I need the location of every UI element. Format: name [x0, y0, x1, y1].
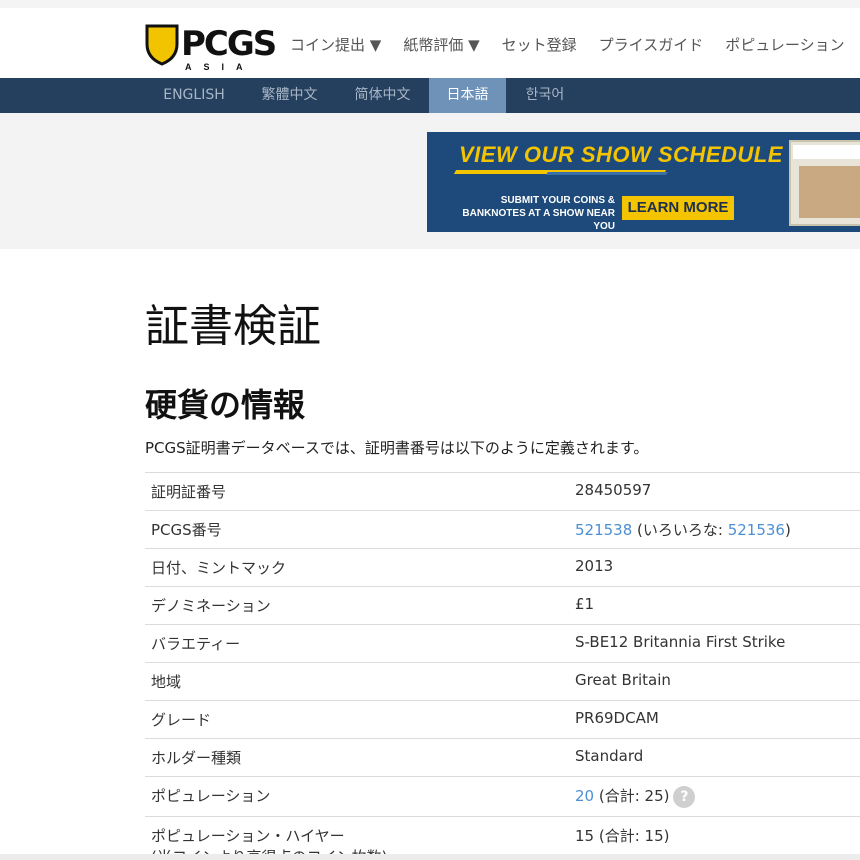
row-value: PR69DCAM: [569, 700, 860, 739]
banner-subtext: SUBMIT YOUR COINS & BANKNOTES AT A SHOW …: [455, 194, 615, 232]
table-row: グレード PR69DCAM: [145, 700, 860, 739]
row-label: デノミネーション: [145, 586, 569, 625]
pcgs-number-link[interactable]: 521538: [575, 521, 632, 539]
row-value: Great Britain: [569, 662, 860, 701]
nav-banknote-grading[interactable]: 紙幣評価 ▼: [403, 34, 479, 55]
nav-population[interactable]: ポピュレーション: [725, 34, 844, 55]
banner-subtext-line2: BANKNOTES AT A SHOW NEAR YOU: [462, 208, 615, 232]
lang-simplified-chinese[interactable]: 简体中文: [336, 78, 429, 113]
row-label: 証明証番号: [145, 472, 569, 511]
row-label: 日付、ミントマック: [145, 548, 569, 587]
logo-text: PCGS: [181, 24, 277, 64]
intro-text: PCGS証明書データベースでは、証明書番号は以下のように定義されます。: [145, 439, 649, 457]
table-row: バラエティー S-BE12 Britannia First Strike: [145, 624, 860, 663]
row-value: 20 (合計: 25)?: [569, 776, 860, 816]
table-row: ポピュレーション 20 (合計: 25)?: [145, 776, 860, 816]
banner-stripe-secondary: [546, 172, 668, 175]
holder-label: [793, 145, 860, 159]
pcgs-asia-logo[interactable]: PCGS ASIA: [145, 22, 277, 78]
row-value: Standard: [569, 738, 860, 777]
table-row: デノミネーション £1: [145, 586, 860, 625]
row-label: グレード: [145, 700, 569, 739]
row-label: ポピュレーション: [145, 776, 569, 816]
row-label-main: ポピュレーション・ハイヤー: [151, 826, 345, 845]
table-row: 日付、ミントマック 2013: [145, 548, 860, 587]
banknote-holder-image: [789, 140, 860, 226]
banknote-image: [799, 166, 860, 218]
lang-japanese[interactable]: 日本語: [429, 78, 506, 113]
row-label: ホルダー種類: [145, 738, 569, 777]
table-row: 地域 Great Britain: [145, 662, 860, 701]
row-value: £1: [569, 586, 860, 625]
bottom-border: [0, 854, 860, 860]
page-title: 証書検証: [145, 301, 321, 352]
nav-price-guide[interactable]: プライスガイド: [599, 34, 704, 55]
shield-logo-icon: [145, 24, 179, 66]
row-value: 2013: [569, 548, 860, 587]
lang-english[interactable]: ENGLISH: [145, 78, 243, 113]
nav-coin-submission[interactable]: コイン提出 ▼: [290, 34, 381, 55]
show-schedule-banner[interactable]: VIEW OUR SHOW SCHEDULE SUBMIT YOUR COINS…: [427, 132, 860, 232]
row-value: 28450597: [569, 472, 860, 511]
lang-korean[interactable]: 한국어: [506, 78, 584, 113]
row-value: 521538 (いろいろな: 521536): [569, 510, 860, 549]
main-nav: コイン提出 ▼ 紙幣評価 ▼ セット登録 プライスガイド ポピュレーション: [290, 34, 860, 55]
table-row: PCGS番号 521538 (いろいろな: 521536): [145, 510, 860, 549]
table-row: ホルダー種類 Standard: [145, 738, 860, 777]
coin-info-table: 証明証番号 28450597 PCGS番号 521538 (いろいろな: 521…: [145, 472, 860, 860]
nav-set-registry[interactable]: セット登録: [502, 34, 577, 55]
variety-number-link[interactable]: 521536: [728, 521, 785, 539]
variety-suffix: ): [784, 521, 791, 539]
population-total: (合計: 25): [594, 787, 670, 805]
logo-subtext: ASIA: [185, 62, 255, 72]
row-value: S-BE12 Britannia First Strike: [569, 624, 860, 663]
table-row: 証明証番号 28450597: [145, 472, 860, 511]
population-link[interactable]: 20: [575, 787, 594, 805]
row-label: 地域: [145, 662, 569, 701]
section-title: 硬貨の情報: [145, 386, 306, 424]
top-header: PCGS ASIA コイン提出 ▼ 紙幣評価 ▼ セット登録 プライスガイド ポ…: [0, 0, 860, 78]
lang-traditional-chinese[interactable]: 繁體中文: [243, 78, 336, 113]
banner-subtext-line1: SUBMIT YOUR COINS &: [500, 195, 615, 206]
language-bar: ENGLISH 繁體中文 简体中文 日本語 한국어: [0, 78, 860, 113]
learn-more-button[interactable]: LEARN MORE: [622, 196, 734, 220]
row-label: バラエティー: [145, 624, 569, 663]
help-icon[interactable]: ?: [673, 785, 696, 808]
banner-title: VIEW OUR SHOW SCHEDULE: [459, 142, 783, 167]
row-label: PCGS番号: [145, 510, 569, 549]
variety-prefix: (いろいろな:: [632, 521, 728, 539]
